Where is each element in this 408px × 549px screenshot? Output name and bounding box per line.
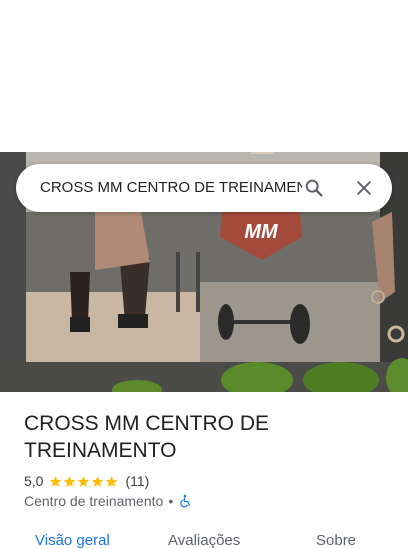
star-rating <box>49 475 119 488</box>
search-button[interactable] <box>302 176 326 200</box>
star-icon <box>92 475 104 487</box>
close-icon <box>357 181 371 195</box>
wheelchair-icon <box>180 494 191 508</box>
logo-text: MM <box>244 221 279 243</box>
tab-reviews[interactable]: Avaliações <box>168 532 240 549</box>
tab-overview[interactable]: Visão geral <box>35 532 110 549</box>
review-count[interactable]: (11) <box>125 473 149 489</box>
search-bar[interactable]: CROSS MM CENTRO DE TREINAMENTO <box>16 164 392 212</box>
separator-dot: • <box>168 493 174 509</box>
search-icon <box>305 179 323 197</box>
star-icon <box>106 475 118 487</box>
clear-search-button[interactable] <box>352 176 376 200</box>
search-input[interactable]: CROSS MM CENTRO DE TREINAMENTO <box>40 164 302 212</box>
place-tabs: Visão geral Avaliações Sobre <box>0 528 408 549</box>
star-icon <box>78 475 90 487</box>
place-category: Centro de treinamento <box>24 493 164 509</box>
category-row: Centro de treinamento • <box>24 492 192 510</box>
rating-row[interactable]: 5,0 (11) <box>24 472 149 490</box>
star-icon <box>64 475 76 487</box>
place-title: CROSS MM CENTRO DE TREINAMENTO <box>24 412 270 462</box>
tab-about[interactable]: Sobre <box>316 532 356 549</box>
rating-value: 5,0 <box>24 473 44 489</box>
star-icon <box>50 475 62 487</box>
